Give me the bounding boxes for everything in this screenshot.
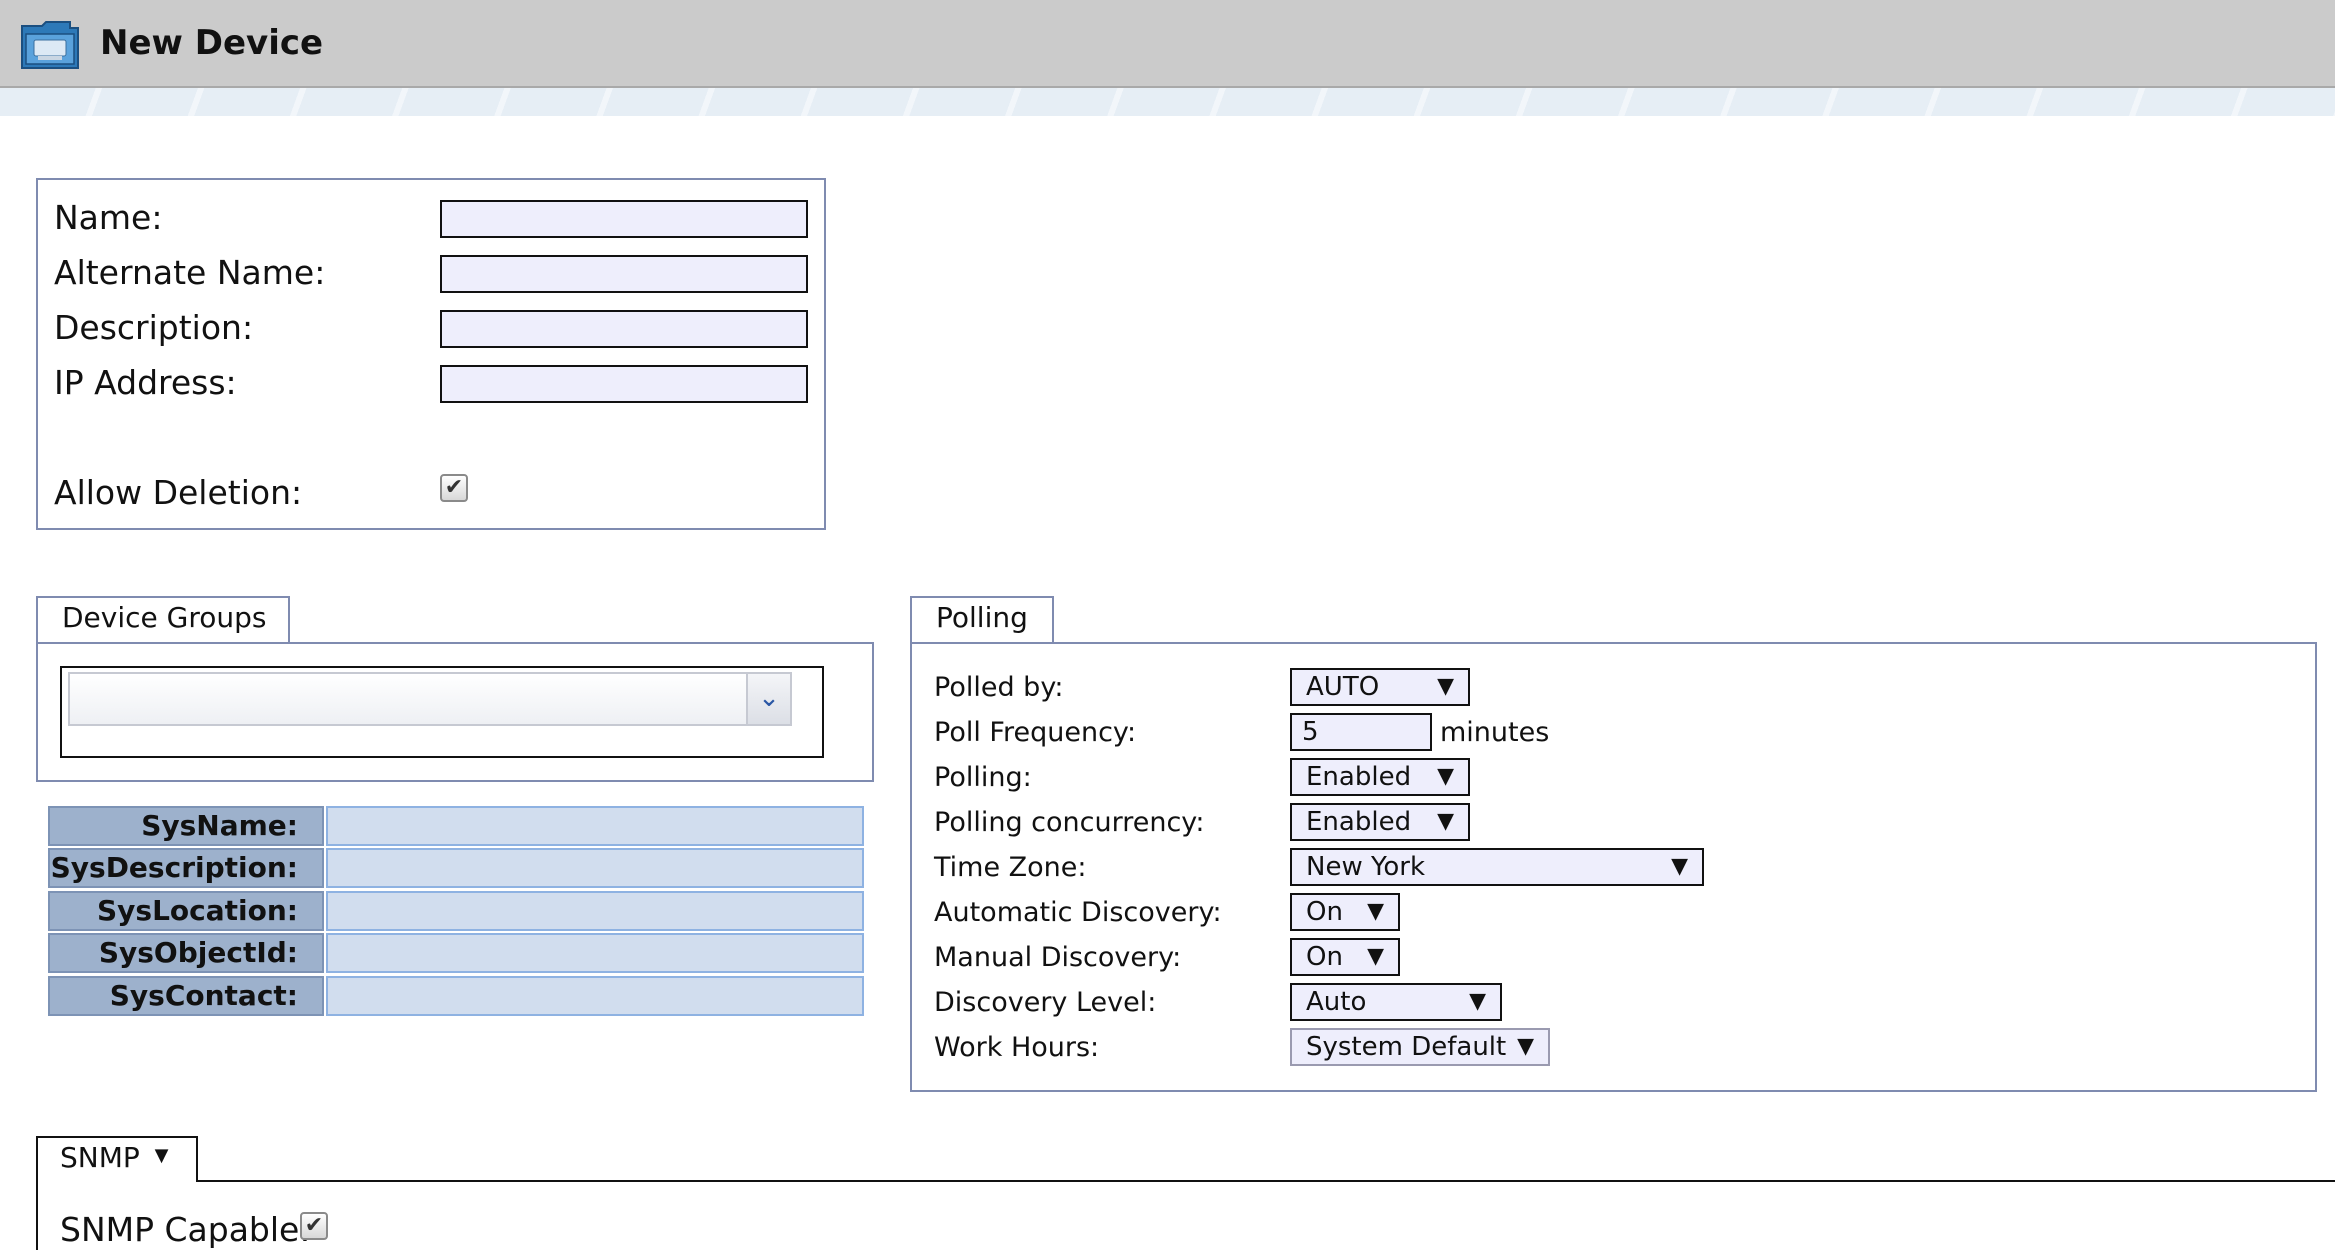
polling-concurrency-label: Polling concurrency: bbox=[934, 807, 1205, 838]
manual-discovery-label: Manual Discovery: bbox=[934, 942, 1182, 973]
device-folder-icon bbox=[20, 18, 80, 70]
dropdown-arrow-icon: ▼ bbox=[1517, 1034, 1534, 1059]
header-decoration bbox=[0, 88, 2335, 116]
sysname-value bbox=[326, 806, 864, 846]
work-hours-select[interactable]: System Default ▼ bbox=[1290, 1028, 1550, 1066]
snmp-panel bbox=[36, 1180, 2335, 1250]
caret-down-icon: ▼ bbox=[154, 1145, 169, 1166]
dropdown-arrow-icon: ▼ bbox=[1469, 989, 1486, 1014]
polling-concurrency-select[interactable]: Enabled ▼ bbox=[1290, 803, 1470, 841]
chevron-down-icon[interactable]: ⌄ bbox=[746, 674, 790, 724]
work-hours-value: System Default bbox=[1306, 1032, 1507, 1062]
polling-label: Polling: bbox=[934, 762, 1032, 793]
sysdescription-label: SysDescription: bbox=[48, 848, 324, 888]
description-label: Description: bbox=[54, 308, 254, 347]
discovery-level-select[interactable]: Auto ▼ bbox=[1290, 983, 1502, 1021]
poll-frequency-unit: minutes bbox=[1440, 717, 1550, 748]
time-zone-label: Time Zone: bbox=[934, 852, 1087, 883]
dropdown-arrow-icon: ▼ bbox=[1671, 854, 1688, 879]
dropdown-arrow-icon: ▼ bbox=[1437, 809, 1454, 834]
sysname-label: SysName: bbox=[48, 806, 324, 846]
ip-address-label: IP Address: bbox=[54, 363, 237, 402]
name-input[interactable] bbox=[440, 200, 808, 238]
sysobjectid-label: SysObjectId: bbox=[48, 933, 324, 973]
dropdown-arrow-icon: ▼ bbox=[1367, 899, 1384, 924]
alternate-name-label: Alternate Name: bbox=[54, 253, 326, 292]
automatic-discovery-value: On bbox=[1306, 897, 1343, 927]
sysdescription-value bbox=[326, 848, 864, 888]
syslocation-label: SysLocation: bbox=[48, 891, 324, 931]
tab-snmp-label: SNMP bbox=[60, 1141, 140, 1174]
page-title: New Device bbox=[100, 23, 324, 63]
snmp-capable-checkbox[interactable]: ✔ bbox=[300, 1212, 328, 1240]
alternate-name-input[interactable] bbox=[440, 255, 808, 293]
discovery-level-value: Auto bbox=[1306, 987, 1367, 1017]
snmp-capable-label: SNMP Capable: bbox=[60, 1210, 311, 1249]
polled-by-select[interactable]: AUTO ▼ bbox=[1290, 668, 1470, 706]
syslocation-value bbox=[326, 891, 864, 931]
allow-deletion-checkbox[interactable]: ✔ bbox=[440, 474, 468, 502]
title-bar bbox=[0, 0, 2335, 88]
ip-address-input[interactable] bbox=[440, 365, 808, 403]
manual-discovery-value: On bbox=[1306, 942, 1343, 972]
polling-value: Enabled bbox=[1306, 762, 1412, 792]
allow-deletion-label: Allow Deletion: bbox=[54, 473, 303, 512]
name-label: Name: bbox=[54, 198, 163, 237]
syscontact-label: SysContact: bbox=[48, 976, 324, 1016]
polling-concurrency-value: Enabled bbox=[1306, 807, 1412, 837]
polling-select[interactable]: Enabled ▼ bbox=[1290, 758, 1470, 796]
tab-polling[interactable]: Polling bbox=[910, 596, 1054, 644]
automatic-discovery-label: Automatic Discovery: bbox=[934, 897, 1222, 928]
sysobjectid-value bbox=[326, 933, 864, 973]
manual-discovery-select[interactable]: On ▼ bbox=[1290, 938, 1400, 976]
description-input[interactable] bbox=[440, 310, 808, 348]
poll-frequency-input[interactable]: 5 bbox=[1290, 713, 1432, 751]
time-zone-select[interactable]: New York ▼ bbox=[1290, 848, 1704, 886]
time-zone-value: New York bbox=[1306, 852, 1426, 882]
work-hours-label: Work Hours: bbox=[934, 1032, 1100, 1063]
polled-by-value: AUTO bbox=[1306, 672, 1380, 702]
tab-device-groups[interactable]: Device Groups bbox=[36, 596, 290, 644]
discovery-level-label: Discovery Level: bbox=[934, 987, 1157, 1018]
dropdown-arrow-icon: ▼ bbox=[1367, 944, 1384, 969]
tab-snmp[interactable]: SNMP ▼ bbox=[36, 1136, 198, 1182]
poll-frequency-label: Poll Frequency: bbox=[934, 717, 1137, 748]
dropdown-arrow-icon: ▼ bbox=[1437, 674, 1454, 699]
syscontact-value bbox=[326, 976, 864, 1016]
dropdown-arrow-icon: ▼ bbox=[1437, 764, 1454, 789]
polled-by-label: Polled by: bbox=[934, 672, 1064, 703]
device-groups-combobox[interactable] bbox=[68, 672, 792, 726]
automatic-discovery-select[interactable]: On ▼ bbox=[1290, 893, 1400, 931]
